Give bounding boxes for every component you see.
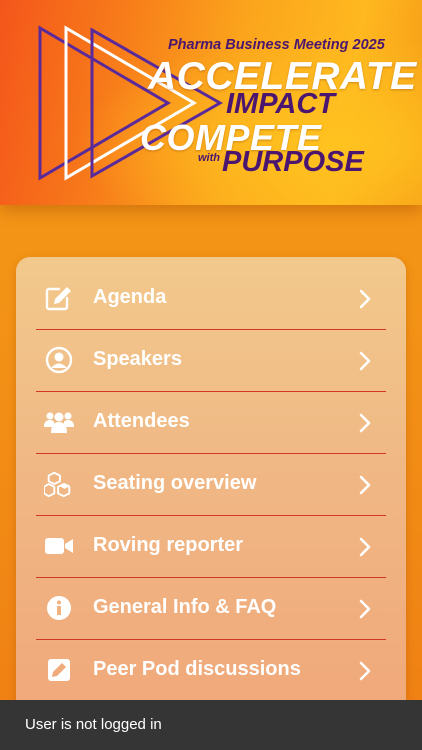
chevron-right-icon bbox=[359, 537, 371, 557]
banner-with: with bbox=[198, 152, 220, 164]
chevron-right-icon bbox=[359, 351, 371, 371]
users-icon bbox=[44, 408, 74, 436]
menu-item-peer-pod-discussions[interactable]: Peer Pod discussions bbox=[36, 639, 386, 701]
menu-item-agenda[interactable]: Agenda bbox=[36, 267, 386, 330]
edit-icon bbox=[44, 284, 74, 312]
menu-item-label: Peer Pod discussions bbox=[93, 658, 301, 680]
menu-item-label: Seating overview bbox=[93, 472, 257, 494]
menu-item-label: Speakers bbox=[93, 348, 182, 370]
cubes-icon bbox=[44, 470, 74, 498]
video-camera-icon bbox=[44, 532, 74, 560]
pencil-square-icon bbox=[44, 656, 74, 684]
banner-headline-purpose: PURPOSE bbox=[222, 146, 364, 178]
play-triangles-graphic bbox=[38, 25, 224, 181]
menu-item-label: Roving reporter bbox=[93, 534, 244, 556]
chevron-right-icon bbox=[359, 661, 371, 681]
menu-item-speakers[interactable]: Speakers bbox=[36, 329, 386, 392]
main-menu: Agenda Speakers Attendees Seating overvi… bbox=[16, 257, 406, 717]
banner-subtitle: Pharma Business Meeting 2025 bbox=[168, 37, 385, 53]
menu-item-seating-overview[interactable]: Seating overview bbox=[36, 453, 386, 516]
menu-item-general-info[interactable]: General Info & FAQ bbox=[36, 577, 386, 640]
chevron-right-icon bbox=[359, 289, 371, 309]
menu-item-label: Attendees bbox=[93, 410, 190, 432]
event-banner: Pharma Business Meeting 2025 ACCELERATE … bbox=[0, 0, 422, 205]
menu-item-label: General Info & FAQ bbox=[93, 596, 277, 618]
info-icon bbox=[44, 594, 74, 622]
menu-item-roving-reporter[interactable]: Roving reporter bbox=[36, 515, 386, 578]
chevron-right-icon bbox=[359, 599, 371, 619]
user-circle-icon bbox=[44, 346, 74, 374]
menu-item-label: Agenda bbox=[93, 286, 167, 308]
login-status-text: User is not logged in bbox=[25, 716, 162, 733]
chevron-right-icon bbox=[359, 475, 371, 495]
login-status-bar: User is not logged in bbox=[0, 700, 422, 750]
chevron-right-icon bbox=[359, 413, 371, 433]
menu-item-attendees[interactable]: Attendees bbox=[36, 391, 386, 454]
